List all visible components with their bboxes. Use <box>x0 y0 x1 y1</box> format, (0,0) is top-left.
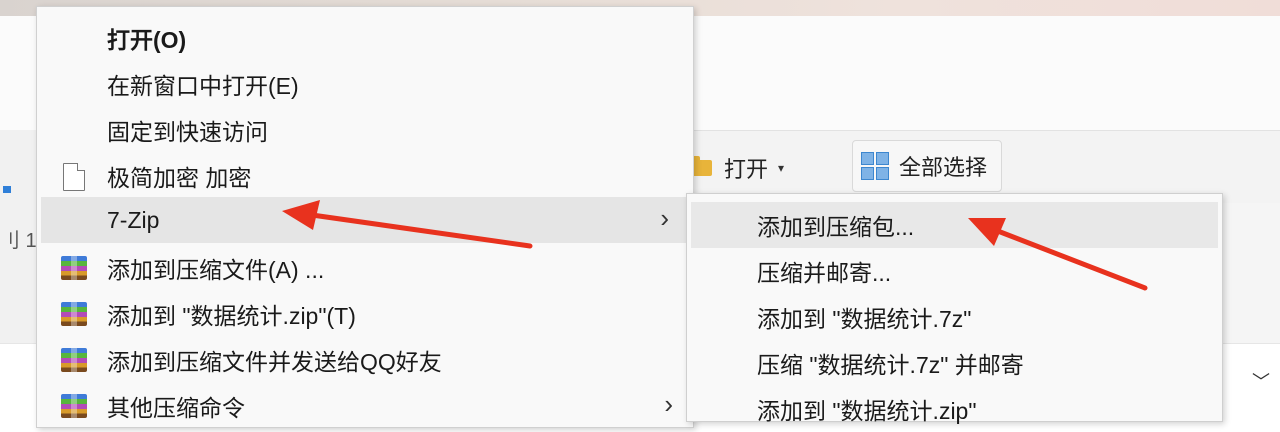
submenu-item-label: 添加到 "数据统计.7z" <box>757 306 972 332</box>
winrar-archive-icon <box>61 348 87 372</box>
menu-item-7zip[interactable]: 7-Zip › <box>41 197 689 243</box>
menu-item-encrypt[interactable]: 极简加密 加密 <box>37 153 693 199</box>
menu-item-label: 极简加密 加密 <box>107 165 252 191</box>
select-all-icon <box>861 152 889 180</box>
winrar-archive-icon <box>61 394 87 418</box>
nav-item-icon <box>3 186 11 193</box>
menu-item-open-new-window[interactable]: 在新窗口中打开(E) <box>37 61 693 107</box>
menu-item-add-to-archive[interactable]: 添加到压缩文件(A) ... <box>37 245 693 291</box>
chevron-right-icon: › <box>660 203 669 233</box>
menu-item-label: 固定到快速访问 <box>107 119 268 145</box>
menu-item-other-compress[interactable]: 其他压缩命令 › <box>37 383 693 429</box>
nav-item-label: 刂 1 <box>0 230 37 252</box>
open-button[interactable]: 打开 ▾ <box>690 148 784 188</box>
chevron-down-icon[interactable]: ﹀ <box>1252 368 1270 394</box>
menu-item-label: 添加到 "数据统计.zip"(T) <box>107 303 356 329</box>
winrar-archive-icon <box>61 302 87 326</box>
menu-item-label: 其他压缩命令 <box>107 395 245 421</box>
submenu-item-label: 添加到压缩包... <box>757 214 915 240</box>
submenu-item-compress-7z-email[interactable]: 压缩 "数据统计.7z" 并邮寄 <box>687 340 1222 386</box>
menu-item-label: 添加到压缩文件并发送给QQ好友 <box>107 349 442 375</box>
menu-item-label: 打开(O) <box>107 27 187 53</box>
menu-item-pin-quick-access[interactable]: 固定到快速访问 <box>37 107 693 153</box>
document-icon <box>63 163 85 191</box>
submenu-item-add-to-archive[interactable]: 添加到压缩包... <box>691 202 1218 248</box>
winrar-archive-icon <box>61 256 87 280</box>
submenu-item-compress-email[interactable]: 压缩并邮寄... <box>687 248 1222 294</box>
7zip-submenu: 添加到压缩包... 压缩并邮寄... 添加到 "数据统计.7z" 压缩 "数据统… <box>686 193 1223 424</box>
menu-item-label: 添加到压缩文件(A) ... <box>107 257 325 283</box>
menu-item-open[interactable]: 打开(O) <box>37 15 693 61</box>
submenu-item-add-to-zip[interactable]: 添加到 "数据统计.zip" <box>687 386 1222 432</box>
chevron-right-icon: › <box>664 389 673 419</box>
select-all-button[interactable]: 全部选择 <box>852 140 1003 192</box>
menu-item-label: 7-Zip <box>107 206 160 233</box>
dropdown-caret-icon: ▾ <box>778 161 785 175</box>
submenu-item-label: 压缩并邮寄... <box>757 260 892 286</box>
select-all-label: 全部选择 <box>899 155 988 180</box>
context-menu: 打开(O) 在新窗口中打开(E) 固定到快速访问 极简加密 加密 7-Zip ›… <box>36 6 694 428</box>
menu-item-compress-send-qq[interactable]: 添加到压缩文件并发送给QQ好友 <box>37 337 693 383</box>
submenu-item-add-to-7z[interactable]: 添加到 "数据统计.7z" <box>687 294 1222 340</box>
menu-item-label: 在新窗口中打开(E) <box>107 73 299 99</box>
menu-item-add-to-zip[interactable]: 添加到 "数据统计.zip"(T) <box>37 291 693 337</box>
open-button-label: 打开 <box>724 157 769 182</box>
submenu-item-label: 添加到 "数据统计.zip" <box>757 398 977 424</box>
submenu-item-label: 压缩 "数据统计.7z" 并邮寄 <box>757 352 1024 378</box>
